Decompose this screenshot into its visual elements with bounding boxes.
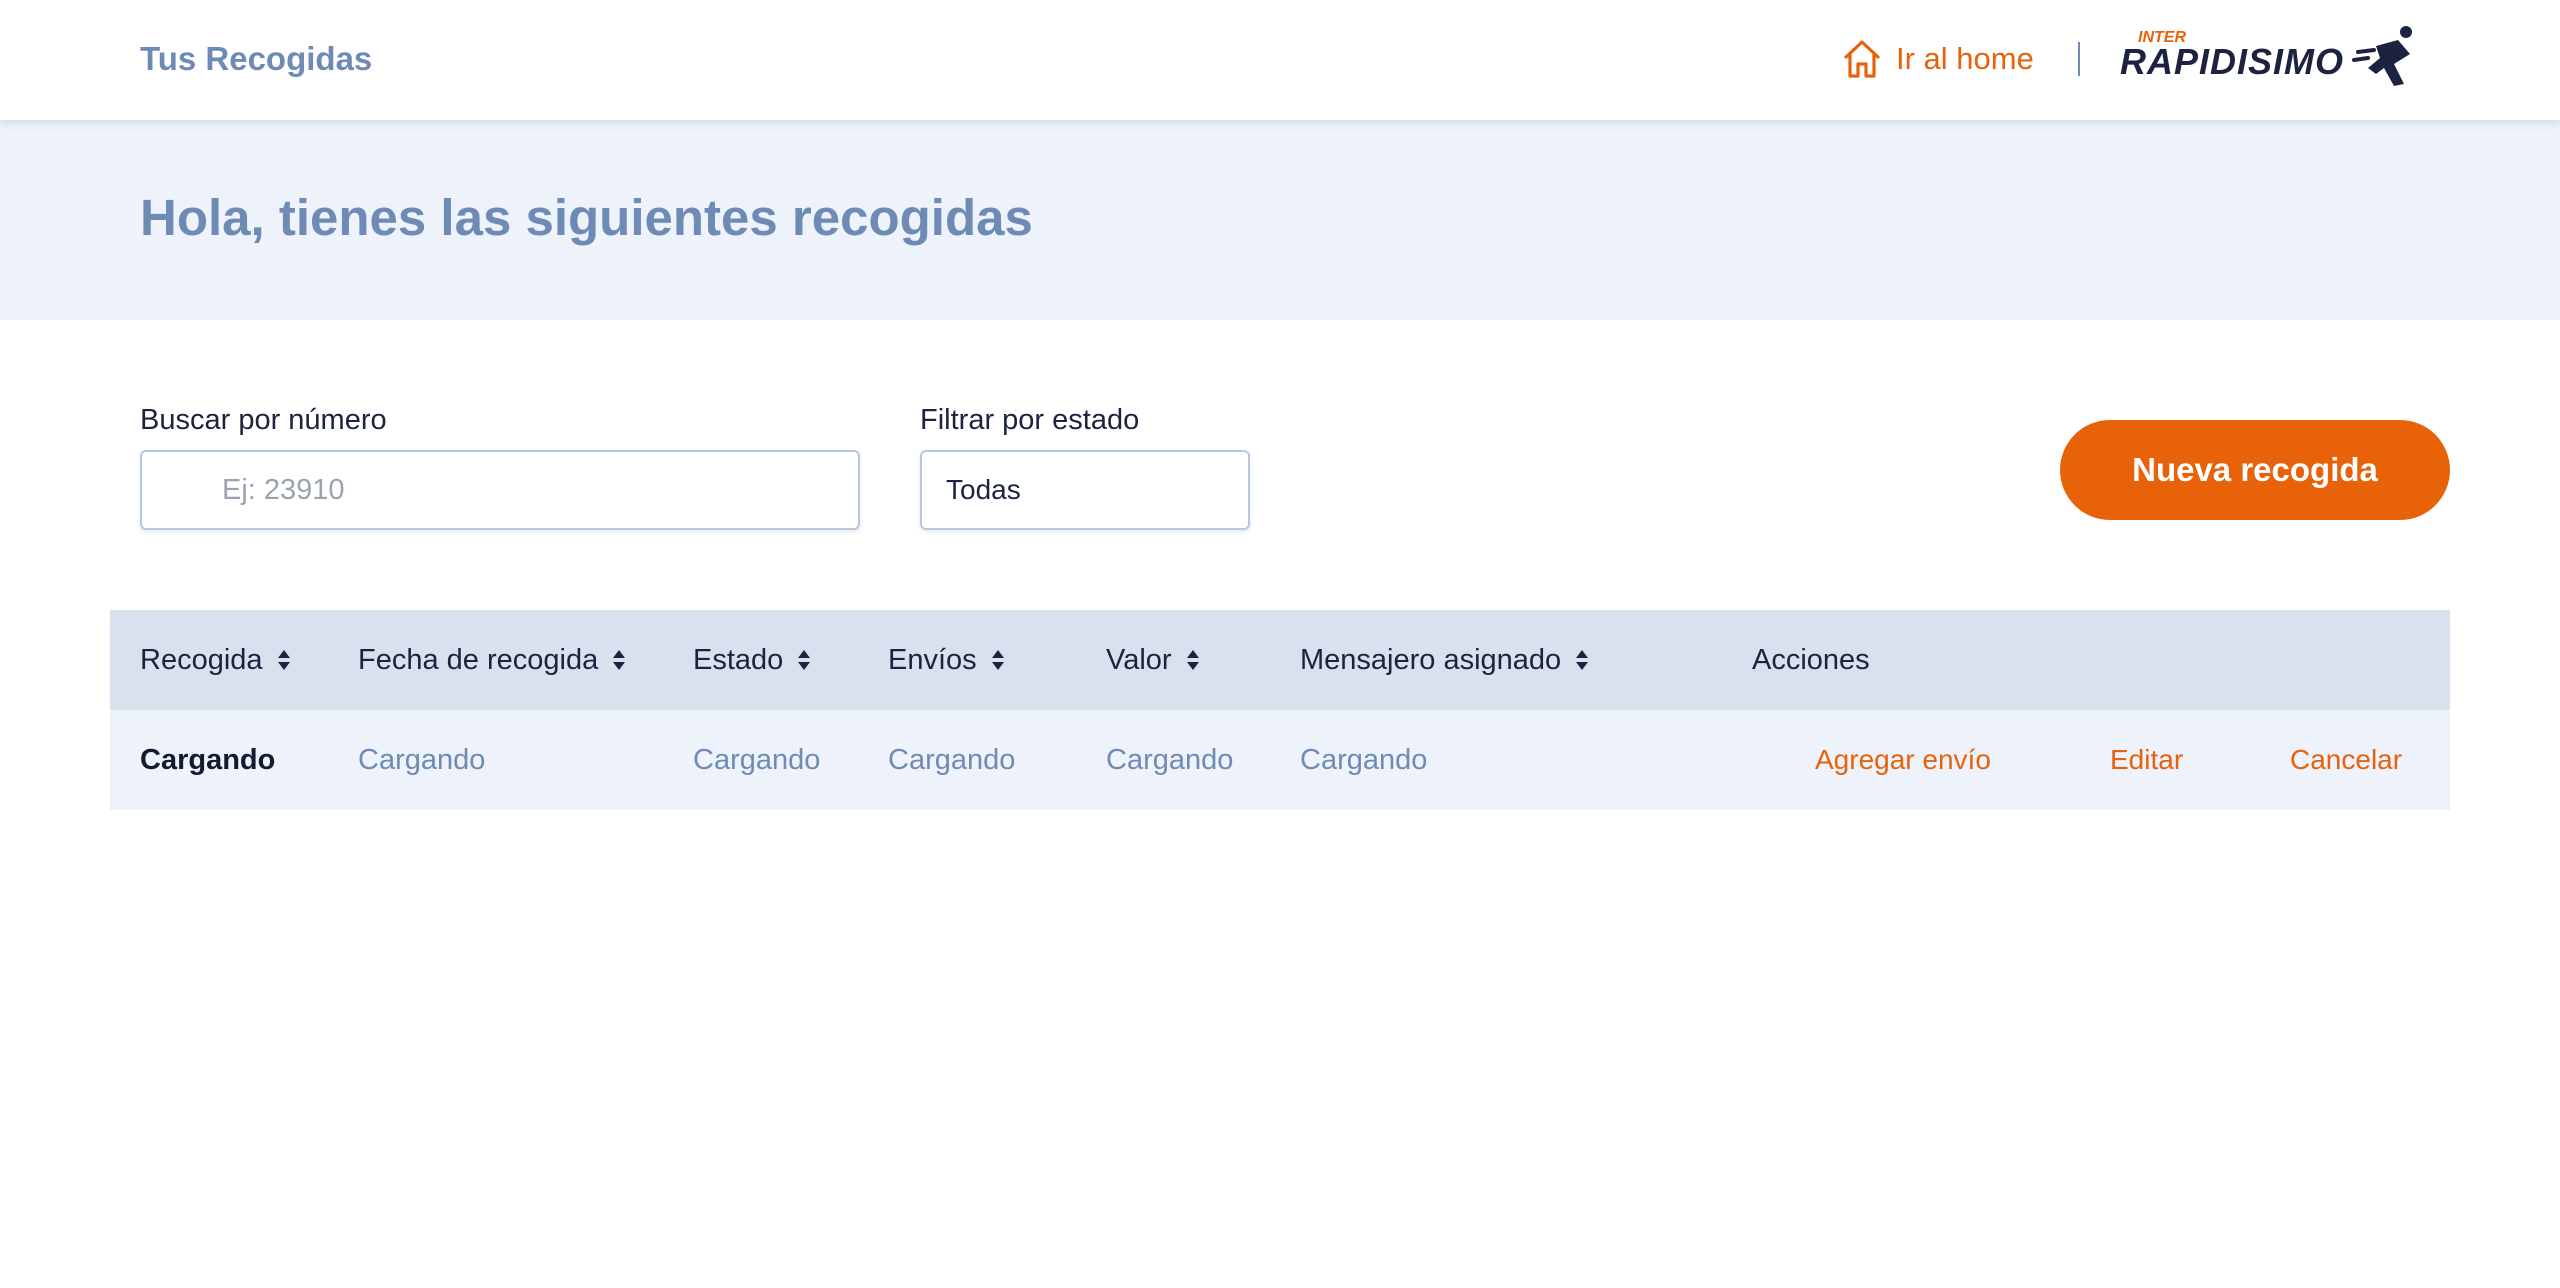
sort-icon[interactable] bbox=[797, 648, 811, 672]
sort-icon[interactable] bbox=[991, 648, 1005, 672]
cell-mensajero: Cargando bbox=[1300, 743, 1428, 776]
column-header-label: Envíos bbox=[888, 643, 977, 676]
app-title: Tus Recogidas bbox=[140, 40, 373, 77]
search-label: Buscar por número bbox=[140, 404, 387, 436]
column-header-label: Valor bbox=[1106, 643, 1172, 676]
brand-logo: INTER RAPIDISIMO bbox=[2120, 26, 2412, 86]
home-link[interactable]: Ir al home bbox=[1842, 36, 2034, 82]
cancel-link[interactable]: Cancelar bbox=[2290, 710, 2402, 810]
column-header-mensajero[interactable]: Mensajero asignado bbox=[1300, 610, 1589, 710]
cell-recogida: Cargando bbox=[140, 743, 276, 776]
edit-link[interactable]: Editar bbox=[2110, 710, 2183, 810]
column-header-envios[interactable]: Envíos bbox=[888, 610, 1005, 710]
svg-text:RAPIDISIMO: RAPIDISIMO bbox=[2120, 41, 2344, 82]
cell-estado: Cargando bbox=[693, 743, 821, 776]
search-input[interactable] bbox=[222, 452, 842, 528]
column-header-label: Acciones bbox=[1752, 643, 1870, 676]
header-divider bbox=[2078, 42, 2080, 76]
column-header-label: Recogida bbox=[140, 643, 263, 676]
new-pickup-button[interactable]: Nueva recogida bbox=[2060, 420, 2450, 520]
table-row: Cargando Cargando Cargando Cargando Carg… bbox=[110, 710, 2450, 810]
sort-icon[interactable] bbox=[1186, 648, 1200, 672]
column-header-estado[interactable]: Estado bbox=[693, 610, 811, 710]
cell-envios: Cargando bbox=[888, 743, 1016, 776]
column-header-valor[interactable]: Valor bbox=[1106, 610, 1200, 710]
home-link-label: Ir al home bbox=[1896, 41, 2034, 76]
sort-icon[interactable] bbox=[1575, 648, 1589, 672]
table-header: Recogida Fecha de recogida Estado Envíos… bbox=[110, 610, 2450, 710]
column-header-label: Mensajero asignado bbox=[1300, 643, 1562, 676]
home-icon bbox=[1844, 40, 1880, 78]
column-header-fecha[interactable]: Fecha de recogida bbox=[358, 610, 626, 710]
search-field[interactable] bbox=[140, 450, 860, 530]
sort-icon[interactable] bbox=[612, 648, 626, 672]
status-filter-label: Filtrar por estado bbox=[920, 404, 1140, 436]
cell-fecha: Cargando bbox=[358, 743, 486, 776]
status-filter-select[interactable]: Todas bbox=[920, 450, 1250, 530]
status-filter-value: Todas bbox=[946, 474, 1021, 505]
column-header-label: Estado bbox=[693, 643, 784, 676]
top-bar: Tus Recogidas Ir al home INTER RAPIDISIM… bbox=[0, 0, 2560, 120]
cell-valor: Cargando bbox=[1106, 743, 1234, 776]
column-header-recogida[interactable]: Recogida bbox=[140, 610, 291, 710]
sort-icon[interactable] bbox=[277, 648, 291, 672]
add-shipment-link[interactable]: Agregar envío bbox=[1815, 710, 1991, 810]
page-title: Hola, tienes las siguientes recogidas bbox=[140, 189, 1033, 246]
column-header-label: Fecha de recogida bbox=[358, 643, 599, 676]
column-header-acciones: Acciones bbox=[1752, 610, 1870, 710]
